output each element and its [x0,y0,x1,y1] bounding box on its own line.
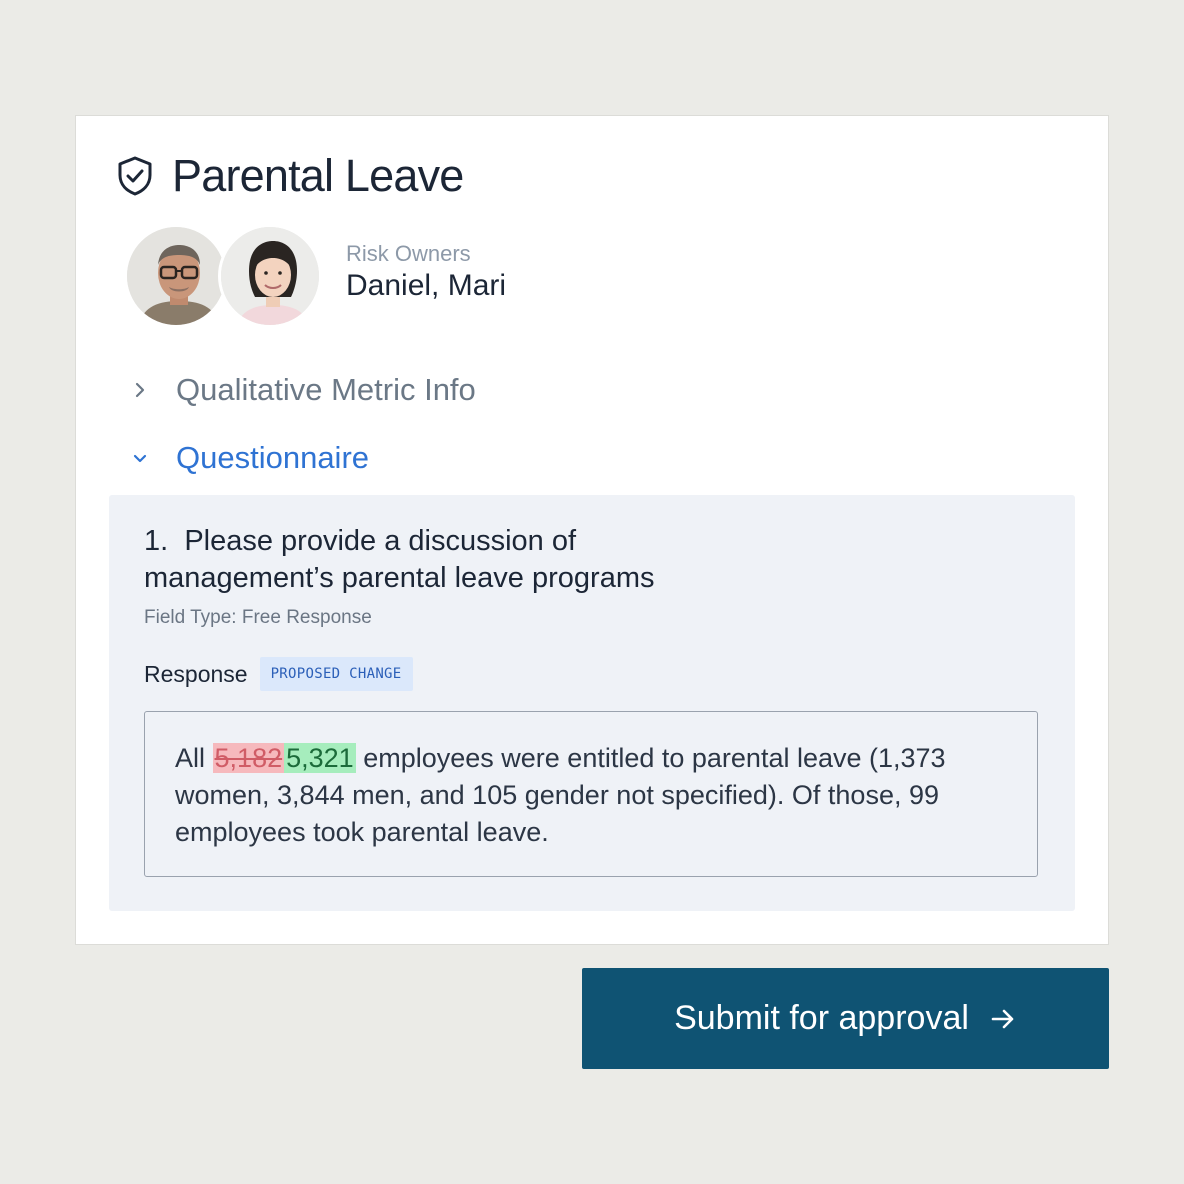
response-field[interactable]: All 5,182 5,321 employees were entitled t… [144,711,1038,877]
owners-text: Risk Owners Daniel, Mari [346,241,506,303]
response-label: Response [144,660,248,687]
section-questionnaire[interactable]: Questionnaire [128,440,369,476]
owners-names: Daniel, Mari [346,269,507,302]
questionnaire-panel: 1. Please provide a discussion of manage… [109,495,1075,911]
proposed-change-badge: PROPOSED CHANGE [259,657,413,691]
question-body: Please provide a discussion of managemen… [144,525,655,594]
question-number: 1. [144,525,169,557]
section-label: Questionnaire [176,440,370,475]
response-prefix: All [175,743,206,773]
shield-check-icon [118,156,152,196]
deleted-value: 5,182 [212,743,285,773]
risk-owners: Risk Owners Daniel, Mari [124,224,506,328]
submit-for-approval-button[interactable]: Submit for approval [582,968,1109,1069]
avatar-mari[interactable] [218,224,322,328]
response-text: All 5,182 5,321 employees were entitled t… [175,740,955,851]
question-text: 1. Please provide a discussion of manage… [144,523,764,597]
section-qualitative-metric-info[interactable]: Qualitative Metric Info [128,372,476,408]
owners-label: Risk Owners [346,241,471,266]
parental-leave-card: Parental Leave Risk Owners Daniel, Mari … [75,115,1109,945]
arrow-right-icon [991,1009,1014,1028]
inserted-value: 5,321 [284,743,356,773]
response-header: Response PROPOSED CHANGE [144,657,413,691]
page-title: Parental Leave [172,150,464,201]
chevron-down-icon [133,454,147,463]
submit-label: Submit for approval [674,999,969,1037]
section-label: Qualitative Metric Info [176,372,476,407]
field-type: Field Type: Free Response [144,607,372,628]
chevron-right-icon [135,382,145,398]
avatar-daniel[interactable] [124,224,228,328]
card-header: Parental Leave [116,150,464,202]
